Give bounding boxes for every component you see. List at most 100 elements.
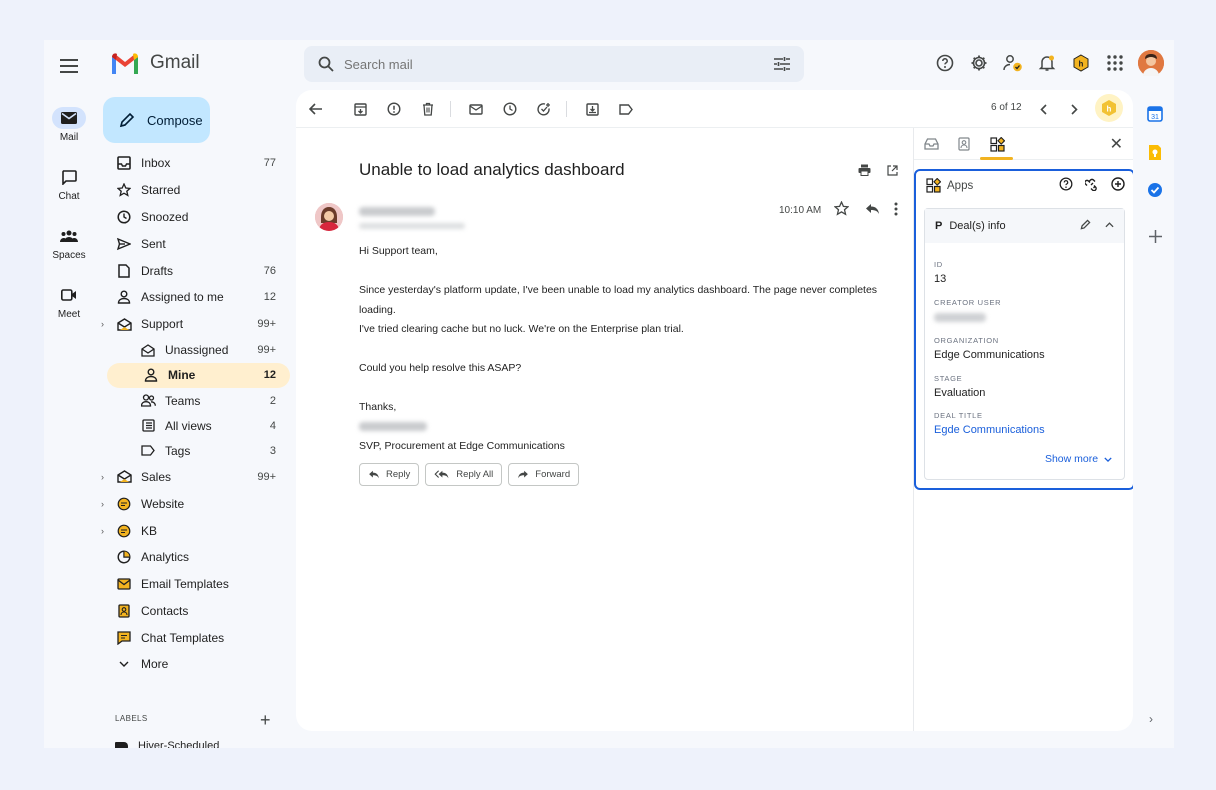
add-task-icon[interactable]: [534, 99, 554, 119]
hiver-sidebar-toggle-icon[interactable]: h: [1095, 94, 1123, 122]
reply-all-button[interactable]: Reply All: [425, 463, 503, 486]
menu-icon[interactable]: [57, 54, 81, 78]
older-chevron-right-icon[interactable]: [1064, 99, 1084, 119]
gmail-logo[interactable]: Gmail: [110, 52, 200, 74]
hiver-assign-icon[interactable]: [1002, 52, 1024, 74]
collapse-chevron-up-icon[interactable]: [1105, 219, 1114, 233]
edit-pencil-icon[interactable]: [1080, 219, 1091, 233]
search-options-icon[interactable]: [774, 57, 790, 71]
forward-button[interactable]: Forward: [508, 463, 580, 486]
inbox-tab-icon[interactable]: [921, 134, 941, 154]
label-tag-icon[interactable]: [616, 99, 636, 119]
back-arrow-icon[interactable]: [306, 99, 326, 119]
shared-inbox-icon: [116, 469, 132, 485]
sidebar-item-support[interactable]: › Support 99+: [101, 311, 290, 338]
help-icon[interactable]: [1059, 177, 1073, 196]
archive-icon[interactable]: [350, 99, 370, 119]
reply-label: Reply: [386, 469, 411, 480]
add-label-icon[interactable]: +: [260, 710, 271, 731]
field-label: STAGE: [934, 374, 963, 383]
rail-chat[interactable]: Chat: [44, 166, 94, 202]
show-more-link[interactable]: Show more: [1045, 453, 1112, 465]
search-icon[interactable]: [318, 56, 334, 72]
notification-bell-icon[interactable]: [1036, 52, 1058, 74]
keep-icon[interactable]: [1145, 142, 1165, 162]
expand-caret-icon[interactable]: ›: [101, 319, 104, 329]
sidebar-item-all-views[interactable]: All views 4: [104, 413, 290, 438]
sidebar-item-contacts[interactable]: Contacts: [104, 598, 290, 625]
expand-chevron-right-icon[interactable]: ›: [1149, 712, 1153, 726]
star-icon[interactable]: [833, 200, 850, 221]
apps-widget: Apps P Deal(s) info ID 13 CREATOR USER O…: [914, 169, 1133, 490]
sender-avatar[interactable]: [315, 203, 343, 231]
field-value: Edge Communications: [934, 349, 1045, 361]
tasks-icon[interactable]: [1145, 180, 1165, 200]
link-icon[interactable]: [1084, 177, 1099, 196]
rail-meet[interactable]: Meet: [44, 284, 94, 320]
toolbar-divider: [566, 101, 567, 117]
compose-button[interactable]: Compose: [103, 97, 210, 143]
sidebar-item-kb[interactable]: › KB: [101, 517, 290, 544]
toolbar-divider: [450, 101, 451, 117]
rail-mail[interactable]: Mail: [44, 107, 94, 143]
sidebar-item-assigned-to-me[interactable]: Assigned to me 12: [104, 284, 290, 311]
labels-header: LABELS: [115, 714, 148, 723]
calendar-icon[interactable]: 31: [1145, 104, 1165, 124]
help-icon[interactable]: [934, 52, 956, 74]
sales-count: 99+: [257, 470, 276, 483]
deal-card-header[interactable]: P Deal(s) info: [925, 209, 1124, 243]
sidebar-item-website[interactable]: › Website: [101, 490, 290, 517]
settings-gear-icon[interactable]: [968, 52, 990, 74]
close-icon[interactable]: ✕: [1110, 134, 1123, 154]
hiver-logo-icon[interactable]: h: [1070, 52, 1092, 74]
sidebar-item-analytics[interactable]: Analytics: [104, 544, 290, 571]
apps-grid-icon[interactable]: [1104, 52, 1126, 74]
print-icon[interactable]: [858, 163, 871, 181]
search-input[interactable]: [344, 56, 774, 72]
sidebar-item-teams[interactable]: Teams 2: [104, 388, 290, 413]
sidebar-item-chat-templates[interactable]: Chat Templates: [104, 624, 290, 651]
reply-button[interactable]: Reply: [359, 463, 420, 486]
rail-spaces-label: Spaces: [52, 250, 86, 261]
sidebar-item-mine[interactable]: Mine 12: [107, 362, 290, 388]
label-item[interactable]: Hiver-Scheduled: [115, 740, 219, 748]
delete-trash-icon[interactable]: [418, 99, 438, 119]
add-circle-icon[interactable]: [1111, 177, 1125, 196]
sidebar-item-snoozed[interactable]: Snoozed: [104, 204, 290, 231]
sidebar-item-more[interactable]: More: [104, 651, 290, 678]
sidebar-item-drafts[interactable]: Drafts 76: [104, 257, 290, 284]
sidebar-item-starred[interactable]: Starred: [104, 177, 290, 204]
sidebar-item-unassigned[interactable]: Unassigned 99+: [104, 338, 290, 363]
get-addons-plus-icon[interactable]: [1145, 226, 1165, 246]
reply-arrow-icon[interactable]: [865, 202, 880, 220]
move-to-icon[interactable]: [582, 99, 602, 119]
rail-spaces[interactable]: Spaces: [44, 225, 94, 261]
sidebar-item-sales[interactable]: › Sales 99+: [101, 464, 290, 491]
expand-caret-icon[interactable]: ›: [101, 526, 104, 536]
user-avatar[interactable]: [1138, 50, 1164, 76]
snooze-clock-icon[interactable]: [500, 99, 520, 119]
compose-label: Compose: [147, 112, 203, 128]
deal-card-actions: [1080, 219, 1114, 233]
sidebar-item-label: All views: [165, 418, 212, 433]
hiver-side-panel: ✕ Apps P Deal(s) info ID 13 CREATOR USER…: [913, 128, 1133, 731]
contacts-tab-icon[interactable]: [954, 134, 974, 154]
sidebar-item-sent[interactable]: Sent: [104, 230, 290, 257]
side-panel-tabs: ✕: [914, 128, 1133, 160]
expand-caret-icon[interactable]: ›: [101, 499, 104, 509]
email-greeting: Hi Support team,: [359, 245, 438, 257]
apps-tab-icon[interactable]: [987, 134, 1007, 154]
views-count: 4: [269, 419, 276, 432]
deal-title-link[interactable]: Egde Communications: [934, 424, 1045, 436]
more-vert-icon[interactable]: [894, 202, 898, 221]
open-new-window-icon[interactable]: [887, 163, 898, 181]
search-bar[interactable]: [304, 46, 804, 82]
newer-chevron-left-icon[interactable]: [1033, 99, 1053, 119]
mark-unread-icon[interactable]: [466, 99, 486, 119]
expand-caret-icon[interactable]: ›: [101, 472, 104, 482]
sidebar-item-inbox[interactable]: Inbox 77: [104, 150, 290, 177]
sidebar-item-tags[interactable]: Tags 3: [104, 438, 290, 463]
report-spam-icon[interactable]: [384, 99, 404, 119]
chat-bubble-icon: [116, 523, 132, 539]
sidebar-item-email-templates[interactable]: Email Templates: [104, 571, 290, 598]
